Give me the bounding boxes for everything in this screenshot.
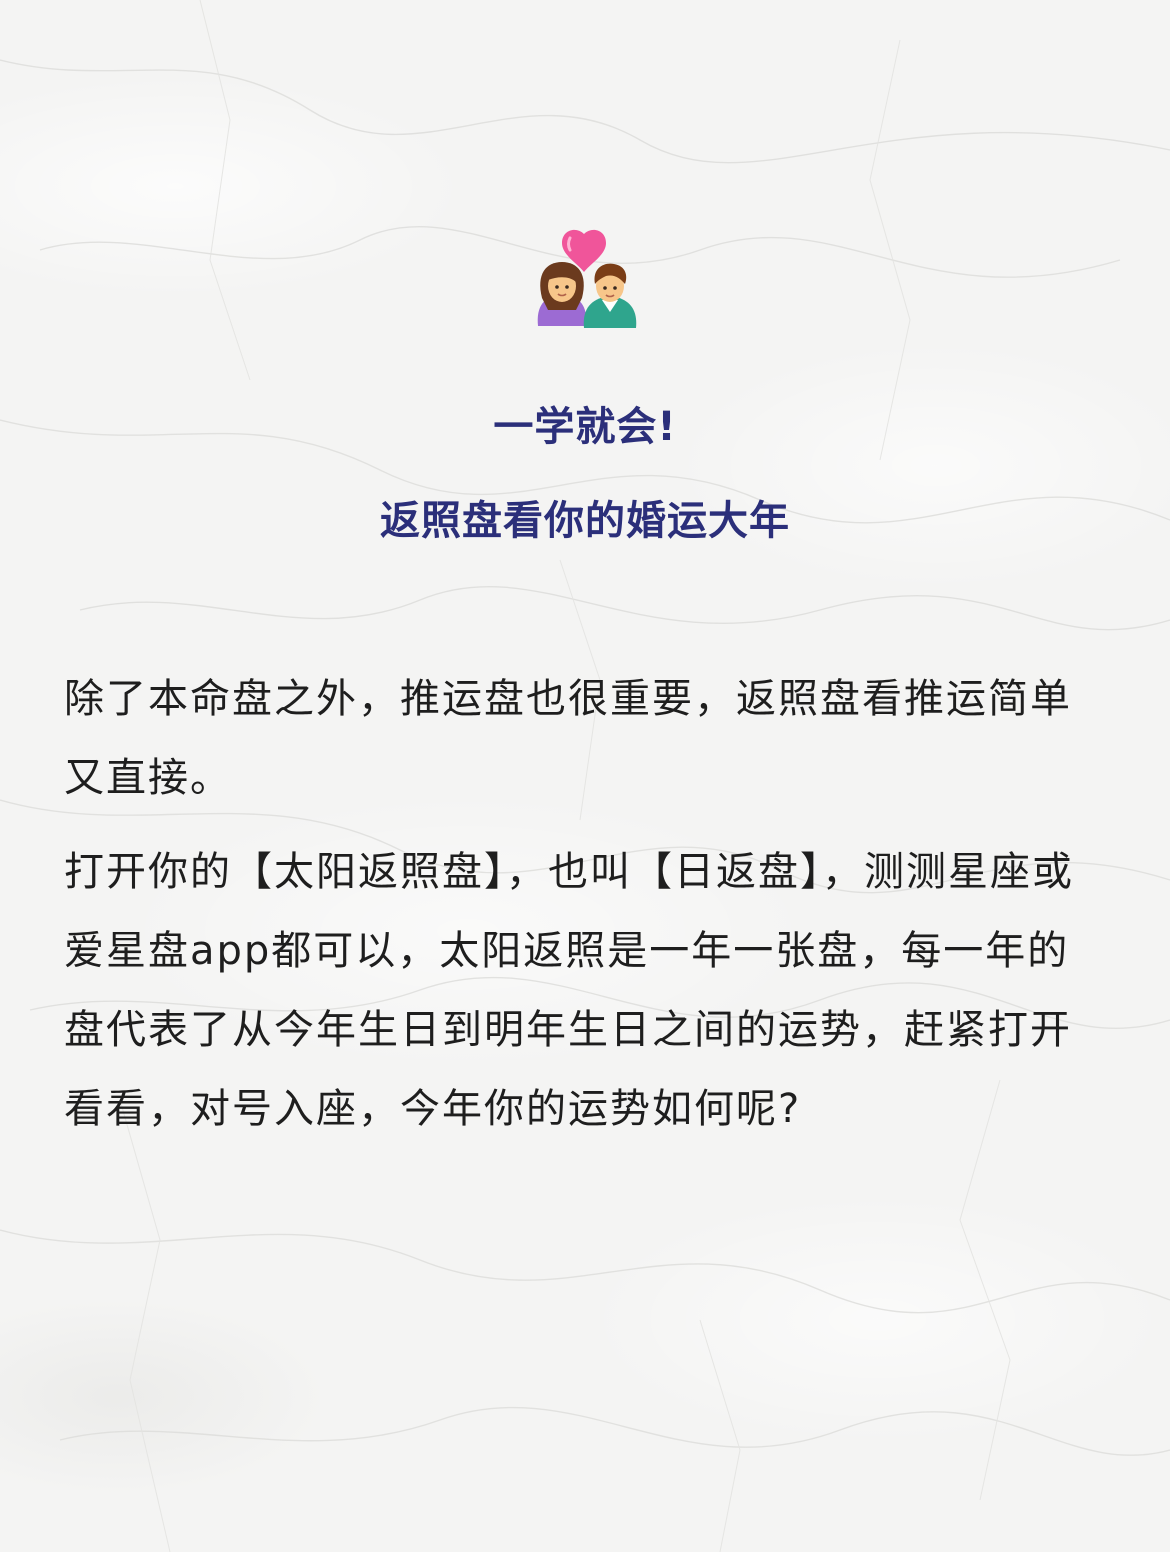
couple-with-heart-icon (532, 228, 642, 332)
title-line-2: 返照盘看你的婚运大年 (380, 498, 790, 544)
title-line-1: 一学就会! (493, 404, 677, 450)
paragraph-intro: 除了本命盘之外，推运盘也很重要，返照盘看推运简单又直接。 (64, 676, 1072, 801)
paragraph-instructions: 打开你的【太阳返照盘】，也叫【日返盘】，测测星座或爱星盘app都可以，太阳返照是… (64, 849, 1074, 1132)
